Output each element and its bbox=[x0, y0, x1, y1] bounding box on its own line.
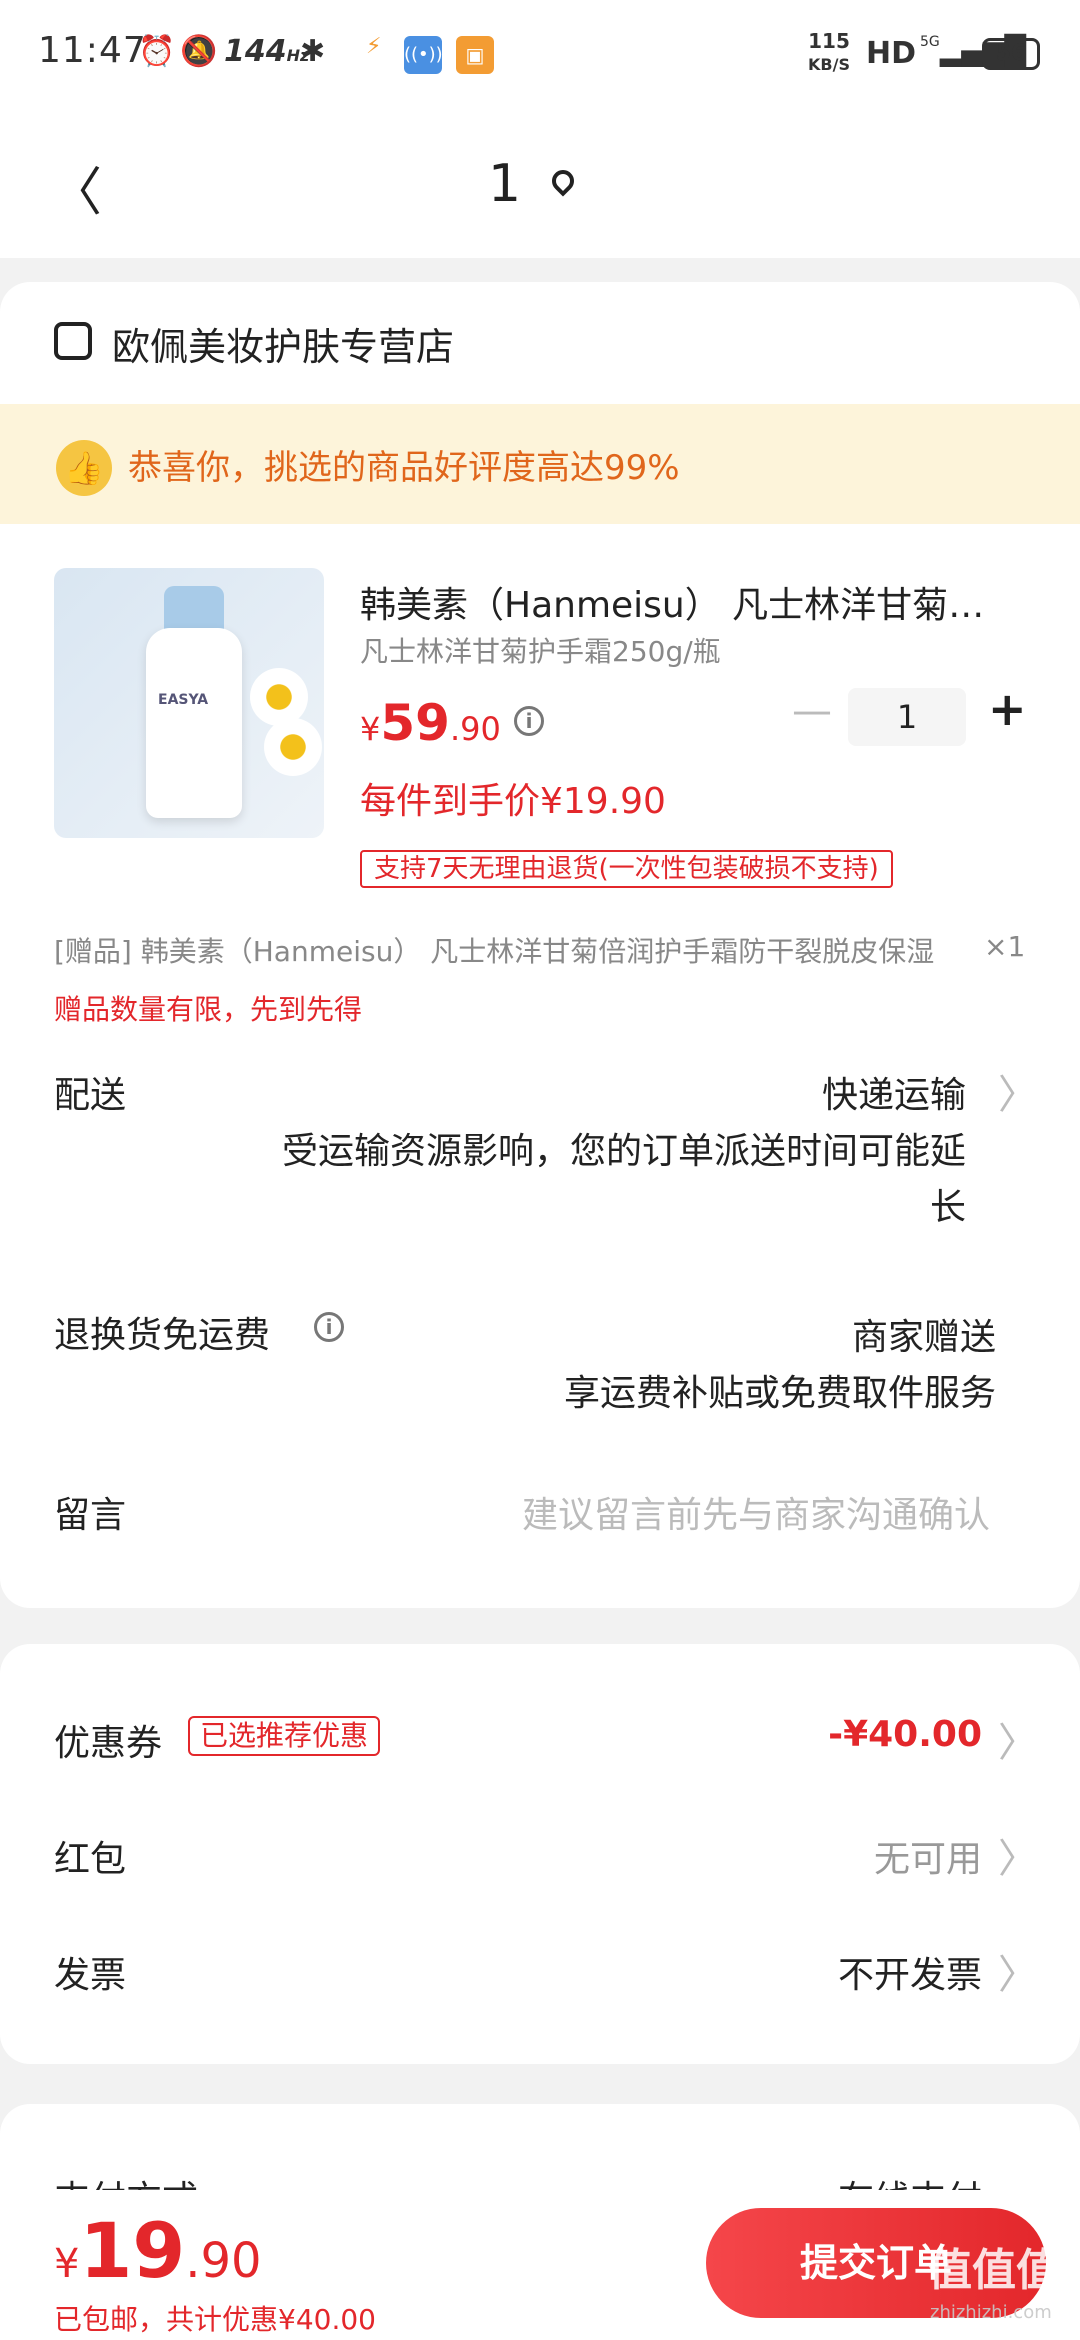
chevron-right-icon[interactable]: 〉 bbox=[998, 1710, 1038, 1768]
chevron-right-icon[interactable]: 〉 bbox=[998, 1942, 1038, 2000]
invoice-value[interactable]: 不开发票 bbox=[838, 1946, 982, 1998]
quantity-increase-button[interactable]: + bbox=[988, 682, 1027, 736]
message-label: 留言 bbox=[54, 1495, 127, 1536]
info-icon[interactable]: i bbox=[314, 1312, 344, 1342]
chevron-right-icon[interactable]: 〉 bbox=[998, 1062, 1038, 1120]
praise-text: 恭喜你，挑选的商品好评度高达99% bbox=[128, 448, 680, 488]
bottle-label: EASYA bbox=[158, 692, 209, 708]
return-policy-badge: 支持7天无理由退货(一次性包装破损不支持) bbox=[360, 850, 893, 888]
total-price: ¥19.90 bbox=[54, 2206, 262, 2295]
daisy-decoration bbox=[264, 718, 322, 776]
alarm-icon: ⏰ bbox=[138, 34, 176, 69]
thumbs-up-icon: 👍 bbox=[56, 440, 112, 496]
status-time: 11:47 bbox=[38, 30, 147, 71]
bluetooth-icon: ✱ bbox=[300, 34, 326, 69]
red-packet-label: 红包 bbox=[54, 1839, 127, 1880]
watermark-url: zhizhizhi.com bbox=[930, 2302, 1052, 2323]
shopping-app-icon: ▣ bbox=[456, 36, 494, 74]
watermark: 值值值 bbox=[928, 2245, 1060, 2296]
return-shipping-label: 退换货免运费 bbox=[54, 1315, 271, 1356]
nav-bar: 〈 1 bbox=[0, 110, 1080, 258]
return-shipping-value: 商家赠送 bbox=[851, 1317, 996, 1358]
chevron-right-icon[interactable]: 〉 bbox=[998, 1826, 1038, 1884]
discount-card: 优惠券 已选推荐优惠 -¥40.00 〉 红包 无可用 〉 发票 不开发票 〉 bbox=[0, 1644, 1080, 2064]
red-packet-value[interactable]: 无可用 bbox=[874, 1830, 982, 1882]
network-speed: 115 KB/S bbox=[808, 29, 850, 74]
quantity-input[interactable]: 1 bbox=[848, 688, 966, 746]
status-bar: 11:47 ⏰ 🔕 144Hz ✱ ⚡ ((•)) ▣ 115 KB/S HD 5… bbox=[0, 0, 1080, 110]
coupon-label: 优惠券 bbox=[54, 1723, 163, 1764]
message-input[interactable]: 建议留言前先与商家沟通确认 bbox=[522, 1486, 990, 1538]
checkout-bar: ¥19.90 已包邮，共计优惠¥40.00 提交订单 值值值 zhizhizhi… bbox=[0, 2190, 1080, 2340]
charging-icon: ⚡ bbox=[366, 34, 382, 59]
order-card: 欧佩美妆护肤专营店 👍 恭喜你，挑选的商品好评度高达99% EASYA 韩美素（… bbox=[0, 282, 1080, 1608]
praise-banner: 👍 恭喜你，挑选的商品好评度高达99% bbox=[0, 404, 1080, 524]
location-pin-icon[interactable] bbox=[547, 165, 579, 197]
product-spec: 凡士林洋甘菊护手霜250g/瓶 bbox=[360, 635, 721, 668]
gift-note: 赠品数量有限，先到先得 bbox=[54, 993, 363, 1026]
product-image[interactable]: EASYA bbox=[54, 568, 324, 838]
info-icon[interactable]: i bbox=[514, 706, 544, 736]
gift-item[interactable]: [赠品] 韩美素（Hanmeisu） 凡士林洋甘菊倍润护手霜防干裂脱皮保湿 bbox=[54, 930, 984, 970]
product-title[interactable]: 韩美素（Hanmeisu） 凡士林洋甘菊护手霜 bbox=[360, 576, 1010, 628]
back-icon[interactable]: 〈 bbox=[50, 150, 102, 225]
daisy-decoration bbox=[250, 668, 308, 726]
gift-quantity: ×1 bbox=[984, 930, 1026, 963]
invoice-label: 发票 bbox=[54, 1955, 127, 1996]
app-notification-icon: ((•)) bbox=[404, 36, 443, 74]
product-price: ¥59.90 bbox=[360, 694, 501, 752]
coupon-value[interactable]: -¥40.00 bbox=[828, 1714, 982, 1755]
delivery-notice-cont: 长 bbox=[929, 1187, 966, 1228]
quantity-decrease-button[interactable]: — bbox=[792, 688, 832, 734]
coupon-tag: 已选推荐优惠 bbox=[188, 1716, 381, 1756]
mute-icon: 🔕 bbox=[180, 34, 218, 69]
battery-icon: 56 bbox=[982, 38, 1040, 70]
refresh-rate: 144Hz bbox=[224, 34, 310, 69]
delivery-notice: 受运输资源影响，您的订单派送时间可能延 bbox=[281, 1131, 966, 1172]
page-title: 1 bbox=[488, 154, 522, 214]
bottle bbox=[146, 628, 242, 818]
shipping-summary: 已包邮，共计优惠¥40.00 bbox=[54, 2303, 376, 2336]
unit-price: 每件到手价¥19.90 bbox=[360, 781, 666, 822]
delivery-label: 配送 bbox=[54, 1075, 127, 1116]
delivery-method[interactable]: 快递运输 bbox=[822, 1066, 966, 1118]
hd-indicator: HD bbox=[866, 36, 917, 71]
shop-name[interactable]: 欧佩美妆护肤专营店 bbox=[112, 316, 454, 371]
shop-icon bbox=[54, 322, 92, 360]
return-shipping-desc: 享运费补贴或免费取件服务 bbox=[563, 1373, 996, 1414]
